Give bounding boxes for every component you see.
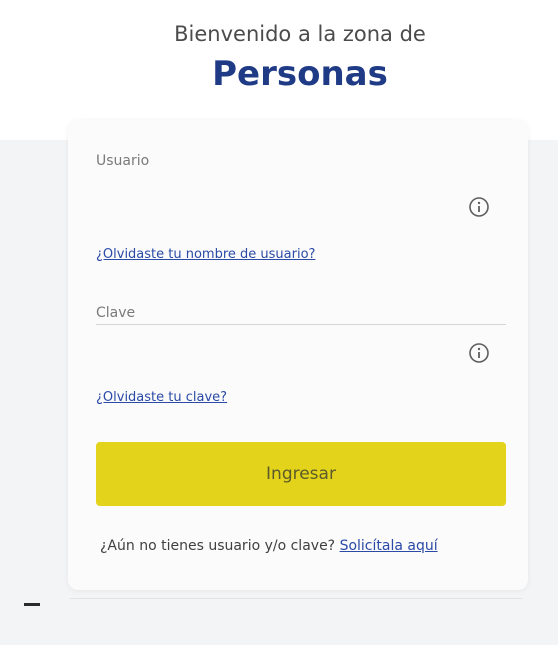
signup-link[interactable]: Solicítala aquí	[340, 538, 438, 554]
info-circle-icon[interactable]	[468, 196, 490, 218]
username-input[interactable]	[96, 186, 456, 210]
signup-prompt-text: ¿Aún no tienes usuario y/o clave?	[100, 538, 336, 554]
password-label: Clave	[96, 305, 136, 321]
password-input[interactable]	[96, 338, 456, 362]
forgot-username-link[interactable]: ¿Olvidaste tu nombre de usuario?	[96, 247, 315, 262]
password-top-line	[96, 324, 506, 325]
forgot-password-link[interactable]: ¿Olvidaste tu clave?	[96, 390, 227, 405]
welcome-text: Bienvenido a la zona de	[174, 22, 426, 46]
card-bottom-divider	[70, 598, 522, 599]
info-circle-icon[interactable]	[468, 342, 490, 364]
zone-title: Personas	[212, 54, 388, 94]
left-edge-mark	[24, 603, 40, 606]
signup-prompt-row: ¿Aún no tienes usuario y/o clave? Solicí…	[100, 538, 438, 554]
login-button[interactable]: Ingresar	[96, 442, 506, 506]
username-label: Usuario	[96, 153, 150, 169]
